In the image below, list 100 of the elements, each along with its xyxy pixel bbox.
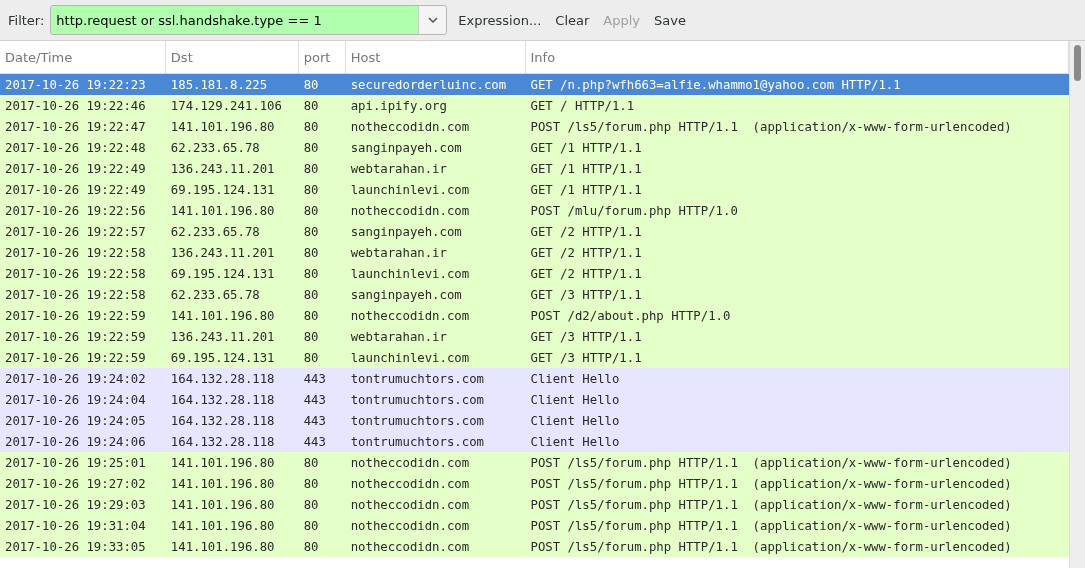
- packet-row[interactable]: 2017-10-26 19:22:59 136.243.11.201 80 webtarahan.ir GET /3 HTTP/1.1: [0, 326, 1069, 347]
- table-cell-text: 2017-10-26 19:22:58: [4, 245, 147, 260]
- packet-row[interactable]: 2017-10-26 19:22:46 174.129.241.106 80 api.ipify.org GET / HTTP/1.1: [0, 95, 1069, 116]
- packet-row[interactable]: 2017-10-26 19:24:02 164.132.28.118 443 tontrumuchtors.com Client Hello: [0, 368, 1069, 389]
- table-cell-text: sanginpayeh.com: [349, 287, 463, 302]
- packet-row[interactable]: 2017-10-26 19:22:48 62.233.65.78 80 sanginpayeh.com GET /1 HTTP/1.1: [0, 137, 1069, 158]
- packet-row[interactable]: 2017-10-26 19:29:03 141.101.196.80 80 notheccodidn.com POST /ls5/forum.php HTTP/1.1 (application/x-www-form-urlencoded): [0, 494, 1069, 515]
- table-cell-text: 141.101.196.80: [169, 497, 276, 512]
- packet-row[interactable]: 2017-10-26 19:22:58 69.195.124.131 80 launchinlevi.com GET /2 HTTP/1.1: [0, 263, 1069, 284]
- table-cell-text: tontrumuchtors.com: [349, 392, 485, 407]
- table-cell-text: 2017-10-26 19:24:05: [4, 413, 147, 428]
- toolbar-button[interactable]: Save: [647, 8, 693, 32]
- table-cell-text: 136.243.11.201: [169, 329, 276, 344]
- table-cell-text: notheccodidn.com: [349, 539, 471, 554]
- column-header[interactable]: Date/Time: [0, 41, 166, 73]
- table-cell-text: POST /ls5/forum.php HTTP/1.1 (application/x-www-form-urlencoded): [529, 497, 1013, 512]
- table-cell-text: POST /ls5/forum.php HTTP/1.1 (application/x-www-form-urlencoded): [529, 539, 1013, 554]
- table-cell-text: 80: [302, 77, 320, 92]
- table-cell-text: 2017-10-26 19:24:02: [4, 371, 147, 386]
- table-cell-text: 443: [302, 413, 327, 428]
- table-cell-text: 185.181.8.225: [169, 77, 269, 92]
- packet-row[interactable]: 2017-10-26 19:31:04 141.101.196.80 80 notheccodidn.com POST /ls5/forum.php HTTP/1.1 (application/x-www-form-urlencoded): [0, 515, 1069, 536]
- table-cell-text: POST /ls5/forum.php HTTP/1.1 (application/x-www-form-urlencoded): [529, 476, 1013, 491]
- packet-row[interactable]: 2017-10-26 19:22:47 141.101.196.80 80 notheccodidn.com POST /ls5/forum.php HTTP/1.1 (application/x-www-form-urlencoded): [0, 116, 1069, 137]
- packet-row[interactable]: 2017-10-26 19:22:58 62.233.65.78 80 sanginpayeh.com GET /3 HTTP/1.1: [0, 284, 1069, 305]
- packet-row[interactable]: 2017-10-26 19:22:56 141.101.196.80 80 notheccodidn.com POST /mlu/forum.php HTTP/1.0: [0, 200, 1069, 221]
- table-cell-text: 443: [302, 392, 327, 407]
- table-cell-text: 136.243.11.201: [169, 245, 276, 260]
- table-cell-text: 141.101.196.80: [169, 455, 276, 470]
- table-cell-text: 80: [302, 98, 320, 113]
- table-cell-text: webtarahan.ir: [349, 245, 448, 260]
- table-cell-text: 62.233.65.78: [169, 287, 261, 302]
- table-cell-text: 80: [302, 308, 320, 323]
- dropdown-button[interactable]: [418, 6, 447, 34]
- table-cell-text: Client Hello: [529, 371, 621, 386]
- table-cell-text: 80: [302, 455, 320, 470]
- table-cell-text: 2017-10-26 19:22:58: [4, 266, 147, 281]
- table-cell-text: securedorderluinc.com: [349, 77, 508, 92]
- table-cell-text: tontrumuchtors.com: [349, 434, 485, 449]
- table-cell-text: 164.132.28.118: [169, 413, 276, 428]
- packet-row[interactable]: 2017-10-26 19:33:05 141.101.196.80 80 notheccodidn.com POST /ls5/forum.php HTTP/1.1 (application/x-www-form-urlencoded): [0, 536, 1069, 557]
- table-cell-text: GET / HTTP/1.1: [529, 98, 636, 113]
- table-cell-text: 141.101.196.80: [169, 308, 276, 323]
- packet-row[interactable]: 2017-10-26 19:22:23 185.181.8.225 80 securedorderluinc.com GET /n.php?wfh663=alfie.whammo1@yahoo.com HTTP/1.1: [0, 74, 1069, 95]
- table-cell-text: 141.101.196.80: [169, 476, 276, 491]
- toolbar-button[interactable]: Expression...: [451, 8, 549, 32]
- table-cell-text: GET /1 HTTP/1.1: [529, 182, 643, 197]
- packet-row[interactable]: 2017-10-26 19:22:59 141.101.196.80 80 notheccodidn.com POST /d2/about.php HTTP/1.0: [0, 305, 1069, 326]
- toolbar-button[interactable]: Clear: [548, 8, 597, 32]
- table-cell-text: 2017-10-26 19:22:49: [4, 161, 147, 176]
- table-cell-text: 2017-10-26 19:29:03: [4, 497, 147, 512]
- filter-field[interactable]: http.request or ssl.handshake.type == 1: [50, 5, 448, 35]
- table-cell-text: 164.132.28.118: [169, 371, 276, 386]
- table-cell-text: 136.243.11.201: [169, 161, 276, 176]
- packet-row[interactable]: 2017-10-26 19:22:49 69.195.124.131 80 launchinlevi.com GET /1 HTTP/1.1: [0, 179, 1069, 200]
- table-cell-text: 141.101.196.80: [169, 539, 276, 554]
- packet-row[interactable]: 2017-10-26 19:22:58 136.243.11.201 80 webtarahan.ir GET /2 HTTP/1.1: [0, 242, 1069, 263]
- scrollbar-thumb[interactable]: [1074, 45, 1081, 81]
- packet-row[interactable]: 2017-10-26 19:24:06 164.132.28.118 443 tontrumuchtors.com Client Hello: [0, 431, 1069, 452]
- table-cell-text: notheccodidn.com: [349, 203, 471, 218]
- packet-row[interactable]: 2017-10-26 19:24:04 164.132.28.118 443 tontrumuchtors.com Client Hello: [0, 389, 1069, 410]
- table-cell-text: Client Hello: [529, 392, 621, 407]
- table-cell-text: 174.129.241.106: [169, 98, 283, 113]
- table-cell-text: notheccodidn.com: [349, 476, 471, 491]
- table-cell-text: sanginpayeh.com: [349, 224, 463, 239]
- table-cell-text: 2017-10-26 19:24:04: [4, 392, 147, 407]
- table-cell-text: 62.233.65.78: [169, 140, 261, 155]
- packet-row[interactable]: 2017-10-26 19:22:49 136.243.11.201 80 webtarahan.ir GET /1 HTTP/1.1: [0, 158, 1069, 179]
- packet-row[interactable]: 2017-10-26 19:25:01 141.101.196.80 80 notheccodidn.com POST /ls5/forum.php HTTP/1.1 (application/x-www-form-urlencoded): [0, 452, 1069, 473]
- table-cell-text: 80: [302, 245, 320, 260]
- table-cell-text: 2017-10-26 19:24:06: [4, 434, 147, 449]
- packet-row[interactable]: 2017-10-26 19:22:57 62.233.65.78 80 sanginpayeh.com GET /2 HTTP/1.1: [0, 221, 1069, 242]
- table-cell-text: 80: [302, 140, 320, 155]
- column-header[interactable]: Host: [345, 41, 526, 73]
- table-cell-text: 2017-10-26 19:27:02: [4, 476, 147, 491]
- table-cell-text: GET /1 HTTP/1.1: [529, 161, 643, 176]
- table-cell-text: GET /n.php?wfh663=alfie.whammo1@yahoo.com HTTP/1.1: [529, 77, 902, 92]
- table-cell-text: 80: [302, 329, 320, 344]
- table-cell-text: POST /ls5/forum.php HTTP/1.1 (application/x-www-form-urlencoded): [529, 455, 1013, 470]
- filter-label: Filter:: [8, 12, 45, 28]
- table-cell-text: 80: [302, 287, 320, 302]
- table-cell-text: webtarahan.ir: [349, 329, 448, 344]
- table-cell-text: 80: [302, 266, 320, 281]
- table-cell-text: 80: [302, 203, 320, 218]
- packet-row[interactable]: 2017-10-26 19:24:05 164.132.28.118 443 tontrumuchtors.com Client Hello: [0, 410, 1069, 431]
- table-cell-text: 80: [302, 497, 320, 512]
- table-cell-text: tontrumuchtors.com: [349, 371, 485, 386]
- table-cell-text: 2017-10-26 19:22:57: [4, 224, 147, 239]
- table-cell-text: 80: [302, 518, 320, 533]
- table-cell-text: 2017-10-26 19:22:23: [4, 77, 147, 92]
- column-header[interactable]: Dst: [165, 41, 299, 73]
- packet-row[interactable]: 2017-10-26 19:22:59 69.195.124.131 80 launchinlevi.com GET /3 HTTP/1.1: [0, 347, 1069, 368]
- table-cell-text: 2017-10-26 19:22:59: [4, 308, 147, 323]
- packet-row[interactable]: 2017-10-26 19:27:02 141.101.196.80 80 notheccodidn.com POST /ls5/forum.php HTTP/1.1 (application/x-www-form-urlencoded): [0, 473, 1069, 494]
- column-header[interactable]: port: [298, 41, 346, 73]
- table-cell-text: 80: [302, 539, 320, 554]
- table-cell-text: api.ipify.org: [349, 98, 448, 113]
- table-cell-text: Client Hello: [529, 434, 621, 449]
- table-cell-text: 80: [302, 161, 320, 176]
- table-cell-text: 2017-10-26 19:22:49: [4, 182, 147, 197]
